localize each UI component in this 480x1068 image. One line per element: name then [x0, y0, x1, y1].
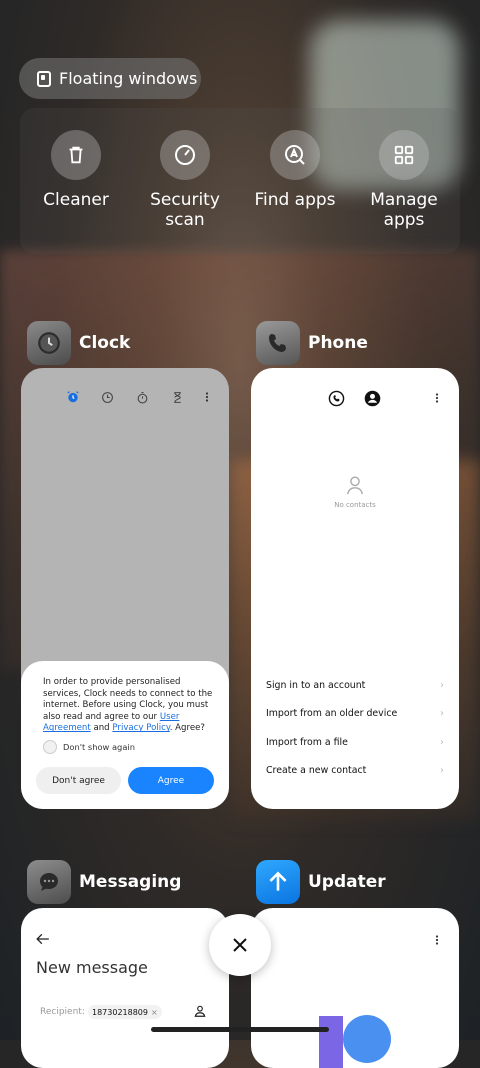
phone-app-icon	[256, 321, 300, 365]
create-contact-label: Create a new contact	[266, 765, 367, 776]
phone-app-card[interactable]: No contacts Sign in to an account › Impor…	[251, 368, 459, 809]
recipient-label: Recipient:	[40, 1007, 85, 1017]
clock-app-icon	[27, 321, 71, 365]
agree-button[interactable]: Agree	[128, 767, 214, 794]
messaging-app-header[interactable]: Messaging	[27, 860, 181, 904]
recipient-number: 18730218809	[92, 1007, 148, 1017]
sign-in-row[interactable]: Sign in to an account ›	[266, 680, 444, 691]
find-apps-icon	[270, 130, 320, 180]
timer-icon[interactable]	[171, 391, 184, 404]
clock-app-header[interactable]: Clock	[27, 321, 130, 365]
manage-apps-label: Manage apps	[370, 190, 438, 230]
consent-text-and: and	[90, 723, 113, 734]
consent-text-end: . Agree?	[169, 723, 205, 734]
updater-app-name: Updater	[308, 872, 386, 892]
consent-dialog: In order to provide personalised service…	[21, 661, 229, 809]
manage-apps-button[interactable]: Manage apps	[349, 130, 459, 230]
security-scan-icon	[160, 130, 210, 180]
updater-illustration-circle	[343, 1015, 391, 1063]
cleaner-label: Cleaner	[43, 190, 109, 210]
import-older-device-label: Import from an older device	[266, 708, 398, 719]
empty-contact-icon	[346, 476, 364, 495]
clock-toolbar	[21, 390, 229, 406]
chevron-right-icon: ›	[440, 708, 444, 719]
floating-windows-label: Floating windows	[59, 69, 198, 88]
import-file-label: Import from a file	[266, 737, 348, 748]
recipient-chip[interactable]: 18730218809 ×	[88, 1005, 162, 1019]
more-options-icon[interactable]	[201, 391, 213, 403]
back-arrow-icon[interactable]	[36, 933, 50, 945]
privacy-policy-link[interactable]: Privacy Policy	[112, 723, 169, 733]
add-contact-icon[interactable]	[193, 1004, 207, 1018]
dont-show-again-label: Don't show again	[63, 741, 135, 752]
home-indicator[interactable]	[151, 1027, 329, 1032]
alarm-icon[interactable]	[66, 390, 80, 404]
messaging-app-icon	[27, 860, 71, 904]
floating-windows-button[interactable]: Floating windows	[19, 58, 201, 99]
sign-in-label: Sign in to an account	[266, 680, 366, 691]
updater-app-icon	[256, 860, 300, 904]
security-scan-button[interactable]: Security scan	[130, 130, 240, 230]
security-scan-label: Security scan	[150, 190, 220, 230]
world-clock-icon[interactable]	[101, 391, 114, 404]
grid-icon	[379, 130, 429, 180]
remove-chip-icon[interactable]: ×	[151, 1008, 158, 1017]
import-older-device-row[interactable]: Import from an older device ›	[266, 708, 444, 719]
phone-app-name: Phone	[308, 333, 368, 353]
dont-show-again-checkbox[interactable]: Don't show again	[43, 739, 215, 754]
chevron-right-icon: ›	[440, 680, 444, 691]
consent-text: In order to provide personalised service…	[43, 677, 215, 735]
updater-app-card[interactable]	[251, 908, 459, 1068]
contacts-icon[interactable]	[364, 390, 381, 407]
checkbox-circle[interactable]	[43, 739, 57, 754]
more-options-icon[interactable]	[431, 392, 443, 404]
updater-app-header[interactable]: Updater	[256, 860, 386, 904]
no-contacts-text: No contacts	[334, 501, 376, 509]
dont-agree-button[interactable]: Don't agree	[36, 767, 121, 794]
trash-icon	[51, 130, 101, 180]
messaging-app-name: Messaging	[79, 872, 182, 892]
consent-text-body: In order to provide personalised service…	[43, 677, 213, 722]
close-icon	[233, 938, 247, 952]
phone-app-header[interactable]: Phone	[256, 321, 368, 365]
more-options-icon[interactable]	[431, 934, 443, 946]
floating-window-icon	[37, 70, 51, 87]
find-apps-label: Find apps	[254, 190, 336, 210]
clock-app-name: Clock	[79, 333, 131, 353]
updater-illustration-bar	[319, 1016, 343, 1068]
chevron-right-icon: ›	[440, 765, 444, 776]
clock-app-card[interactable]: In order to provide personalised service…	[21, 368, 229, 809]
import-file-row[interactable]: Import from a file ›	[266, 737, 444, 748]
close-all-button[interactable]	[209, 914, 271, 976]
messaging-app-card[interactable]: New message Recipient: 18730218809 ×	[21, 908, 229, 1068]
find-apps-button[interactable]: Find apps	[240, 130, 350, 210]
create-contact-row[interactable]: Create a new contact ›	[266, 765, 444, 776]
call-log-icon[interactable]	[328, 390, 345, 407]
chevron-right-icon: ›	[440, 737, 444, 748]
cleaner-button[interactable]: Cleaner	[21, 130, 131, 210]
new-message-title: New message	[36, 958, 148, 977]
stopwatch-icon[interactable]	[136, 391, 149, 404]
